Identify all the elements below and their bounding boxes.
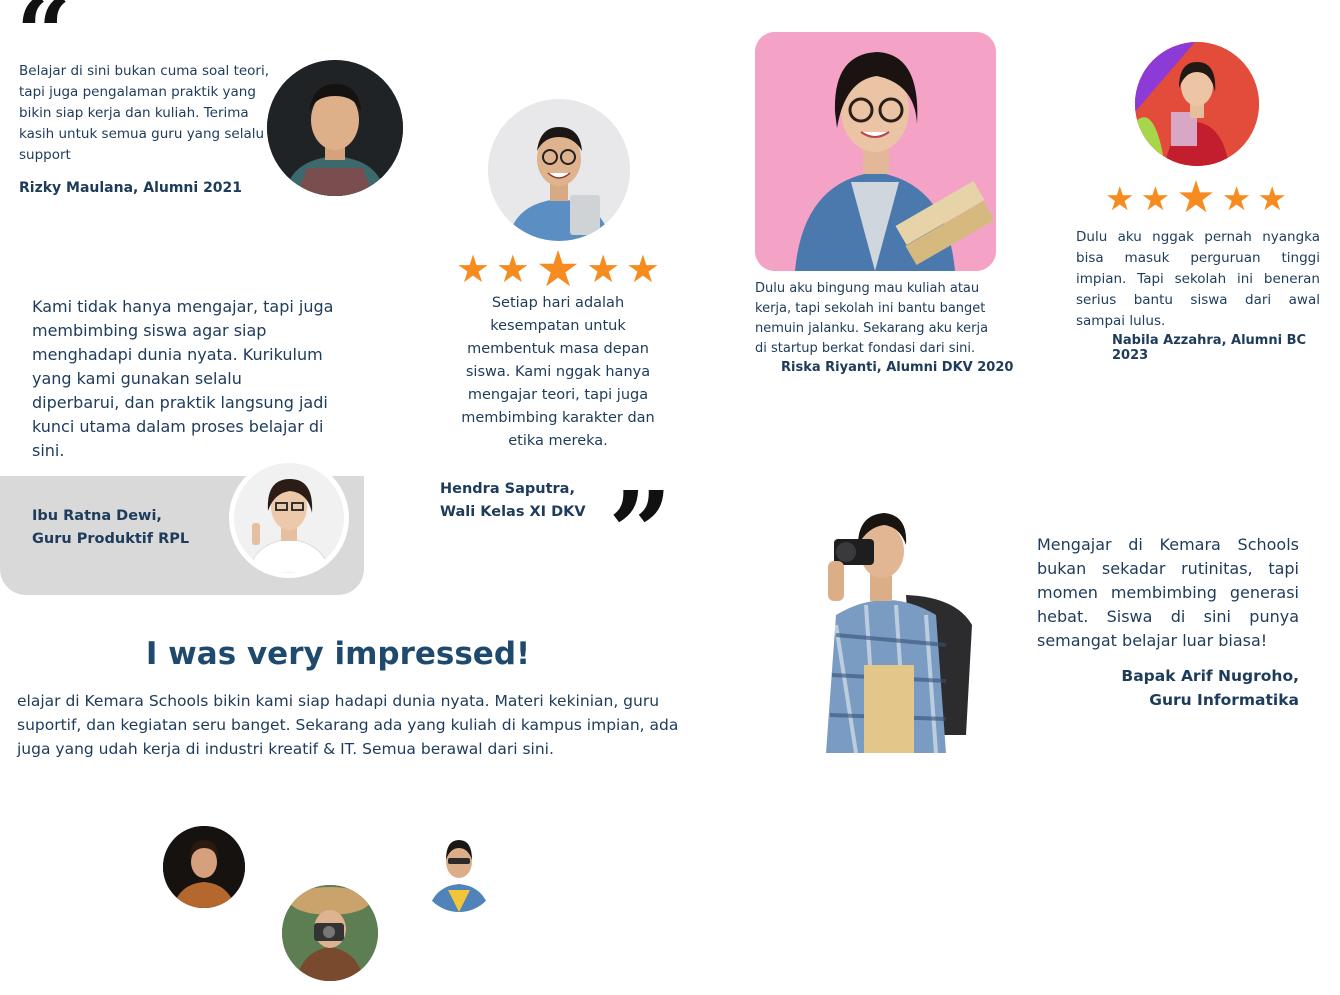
- testimonial-rizky-text: Belajar di sini bukan cuma soal teori, t…: [19, 63, 270, 163]
- avatar-nabila: [1135, 42, 1259, 166]
- avatar-hendra: [488, 99, 630, 241]
- star-icon: ★: [586, 247, 621, 291]
- testimonial-hendra-name-line1: Hendra Saputra,: [440, 481, 575, 497]
- testimonial-riska-name: Riska Riyanti, Alumni DKV 2020: [781, 360, 1014, 375]
- rating-stars-hendra: ★ ★ ★ ★ ★: [456, 244, 660, 294]
- avatar-student-1: [163, 826, 245, 908]
- impressed-text: elajar di Kemara Schools bikin kami siap…: [17, 692, 679, 758]
- star-icon: ★: [1257, 178, 1287, 218]
- testimonial-arif-name: Bapak Arif Nugroho, Guru Informatika: [1037, 664, 1299, 712]
- testimonial-ratna-name-line1: Ibu Ratna Dewi,: [32, 508, 162, 524]
- photo-riska: [755, 32, 996, 271]
- testimonial-riska-text: Dulu aku bingung mau kuliah atau kerja, …: [755, 281, 989, 356]
- avatar-student-2: [282, 885, 378, 981]
- star-icon: ★: [625, 247, 660, 291]
- testimonial-hendra-text: Setiap hari adalah kesempatan untuk memb…: [461, 295, 655, 449]
- impressed-heading: I was very impressed!: [145, 636, 531, 672]
- testimonial-ratna-name-line2: Guru Produktif RPL: [32, 531, 190, 547]
- star-icon: ★: [1140, 178, 1171, 218]
- avatar-rizky: [267, 60, 403, 196]
- testimonial-nabila-name: Nabila Azzahra, Alumni BC 2023: [1112, 333, 1307, 363]
- star-icon: ★: [456, 247, 491, 291]
- star-icon: ★: [1176, 172, 1216, 223]
- star-icon: ★: [495, 247, 530, 291]
- testimonial-hendra-name-line2: Wali Kelas XI DKV: [440, 504, 586, 520]
- rating-stars-nabila: ★ ★ ★ ★ ★: [1105, 176, 1287, 220]
- avatar-ratna: [229, 458, 349, 578]
- testimonial-ratna-name: Ibu Ratna Dewi, Guru Produktif RPL: [32, 505, 189, 551]
- testimonial-arif-name-line1: Bapak Arif Nugroho,: [1121, 667, 1299, 685]
- photo-photographer: [796, 505, 980, 753]
- testimonial-arif-text: Mengajar di Kemara Schools bukan sekadar…: [1037, 535, 1299, 650]
- testimonial-ratna-text: Kami tidak hanya mengajar, tapi juga mem…: [32, 297, 334, 460]
- testimonial-rizky-name: Rizky Maulana, Alumni 2021: [19, 180, 243, 196]
- testimonial-arif-name-line2: Guru Informatika: [1149, 691, 1299, 709]
- star-icon: ★: [535, 240, 581, 298]
- star-icon: ★: [1221, 178, 1252, 218]
- testimonial-hendra-name: Hendra Saputra, Wali Kelas XI DKV: [440, 478, 586, 524]
- star-icon: ★: [1105, 178, 1135, 218]
- testimonial-nabila-text: Dulu aku nggak pernah nyangka bisa masuk…: [1076, 229, 1320, 329]
- close-quote-icon: ”: [608, 468, 673, 599]
- avatar-student-3: [420, 832, 498, 912]
